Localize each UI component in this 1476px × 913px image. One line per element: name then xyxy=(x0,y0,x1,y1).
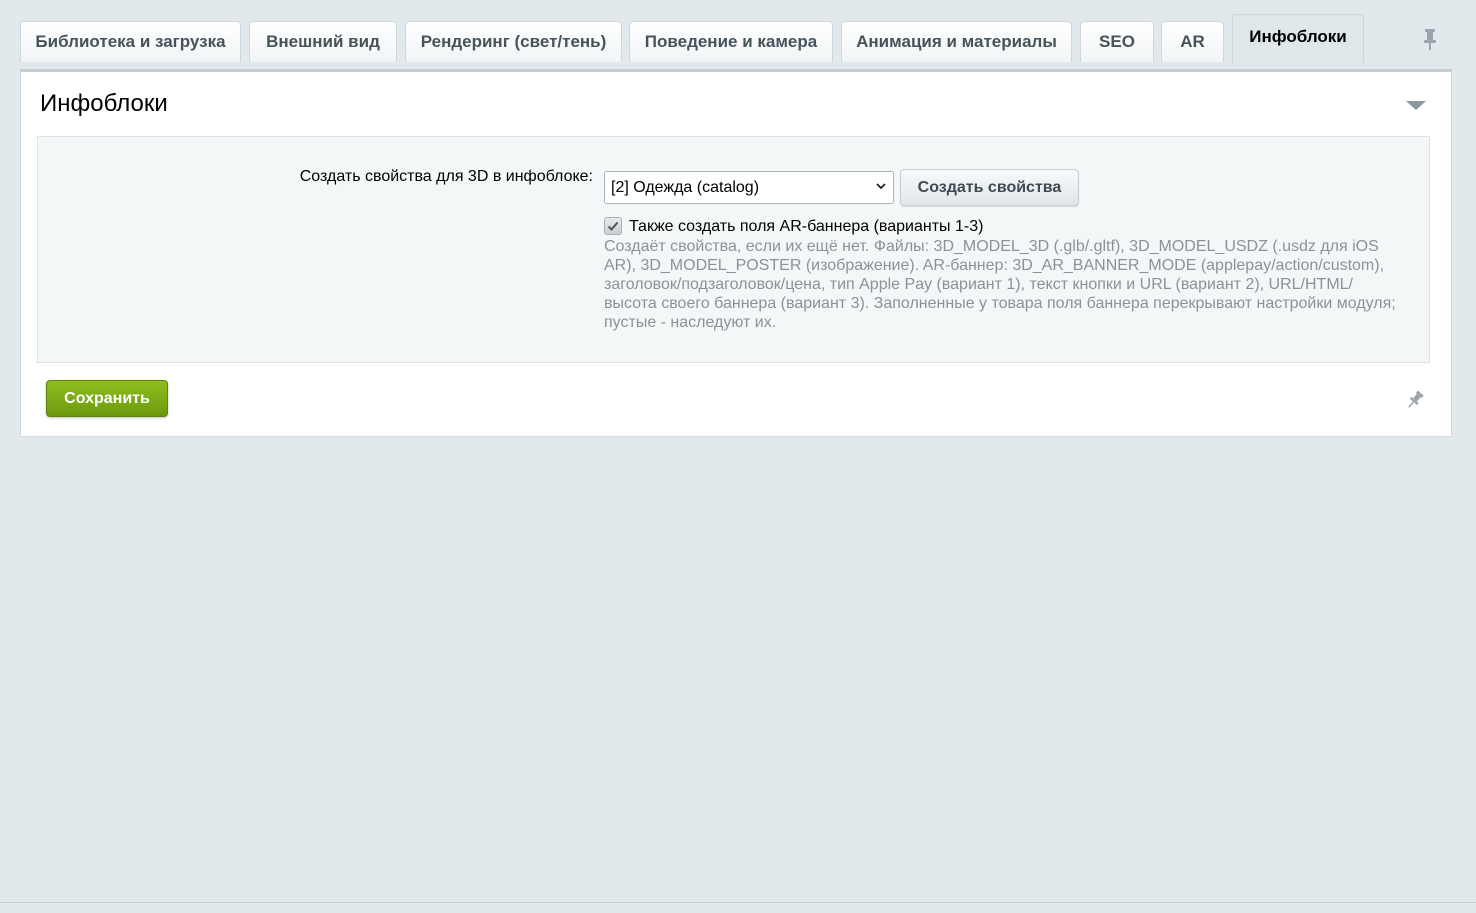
collapse-arrow-icon[interactable] xyxy=(1406,101,1426,110)
ar-banner-checkbox-label[interactable]: Также создать поля AR-баннера (варианты … xyxy=(629,218,983,236)
settings-box: Создать свойства для 3D в инфоблоке: [2]… xyxy=(37,136,1430,363)
save-button[interactable]: Сохранить xyxy=(46,380,168,417)
create-properties-button[interactable]: Создать свойства xyxy=(900,169,1079,206)
iblock-select[interactable]: [2] Одежда (catalog) xyxy=(604,171,894,204)
checkmark-icon xyxy=(607,221,619,231)
panel-title: Инфоблоки xyxy=(40,90,168,117)
tab-infoblocks[interactable]: Инфоблоки xyxy=(1232,14,1364,63)
ar-banner-checkbox[interactable] xyxy=(604,217,622,235)
tab-rendering[interactable]: Рендеринг (свет/тень) xyxy=(405,21,622,62)
pin-icon[interactable] xyxy=(1419,27,1441,51)
tab-seo[interactable]: SEO xyxy=(1080,21,1154,62)
infoblocks-panel: Инфоблоки Создать свойства для 3D в инфо… xyxy=(20,69,1452,437)
tab-appearance[interactable]: Внешний вид xyxy=(249,21,397,62)
tab-library[interactable]: Библиотека и загрузка xyxy=(20,21,241,62)
iblock-select-value: [2] Одежда (catalog) xyxy=(611,179,760,196)
chevron-down-icon xyxy=(876,183,886,190)
bottom-divider xyxy=(0,902,1476,903)
tab-ar[interactable]: AR xyxy=(1161,21,1224,62)
tab-animation[interactable]: Анимация и материалы xyxy=(841,21,1072,62)
pin-icon[interactable] xyxy=(1404,389,1426,411)
iblock-field-label: Создать свойства для 3D в инфоблоке: xyxy=(299,168,593,185)
tab-behavior[interactable]: Поведение и камера xyxy=(629,21,833,62)
hint-text: Создаёт свойства, если их ещё нет. Файлы… xyxy=(604,238,1396,331)
